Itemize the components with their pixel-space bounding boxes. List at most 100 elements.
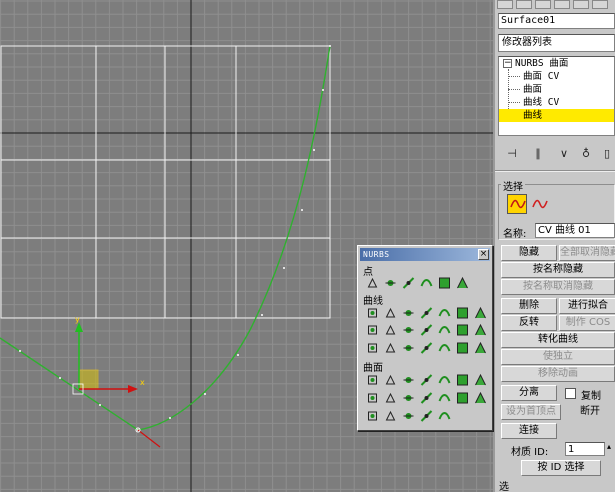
nurbs-tool-icon[interactable] bbox=[455, 373, 470, 387]
tab-hierarchy[interactable] bbox=[535, 0, 551, 9]
convert-curve-button[interactable]: 转化曲线 bbox=[501, 332, 615, 348]
remove-modifier-icon[interactable]: ♁ bbox=[575, 145, 597, 163]
nurbs-tool-icon[interactable] bbox=[383, 323, 398, 337]
nurbs-tool-icon[interactable] bbox=[365, 276, 380, 290]
remove-animation-button[interactable]: 移除动画 bbox=[501, 366, 615, 382]
nurbs-tool-icon[interactable] bbox=[455, 341, 470, 355]
curve-cv-select-button[interactable] bbox=[529, 194, 549, 214]
nurbs-tool-icon[interactable] bbox=[437, 391, 452, 405]
nurbs-tool-icon[interactable] bbox=[419, 276, 434, 290]
nurbs-tool-icon[interactable] bbox=[365, 341, 380, 355]
nurbs-tool-icon[interactable] bbox=[419, 341, 434, 355]
nurbs-tool-icon[interactable] bbox=[419, 323, 434, 337]
stack-item-curve[interactable]: 曲线 bbox=[499, 109, 614, 122]
stack-root[interactable]: NURBS 曲面 bbox=[515, 57, 568, 70]
nurbs-tool-icon[interactable] bbox=[365, 373, 380, 387]
stack-toolbar: ⊣ ∥ ∨ ♁ ▯ bbox=[495, 143, 615, 165]
nurbs-tool-icon[interactable] bbox=[455, 276, 470, 290]
selection-rollout-title[interactable]: 选择 bbox=[501, 178, 525, 193]
nurbs-tool-icon[interactable] bbox=[365, 409, 380, 423]
hide-by-name-button[interactable]: 按名称隐藏 bbox=[501, 262, 615, 278]
make-cos-button[interactable]: 制作 COS bbox=[559, 315, 615, 331]
copy-label: 复制 bbox=[581, 391, 601, 402]
unhide-all-button[interactable]: 全部取消隐藏 bbox=[559, 245, 615, 261]
make-fit-button[interactable]: 进行拟合 bbox=[559, 298, 615, 314]
stack-item-surface[interactable]: 曲面 bbox=[523, 83, 542, 96]
make-unique-icon[interactable]: ∨ bbox=[553, 145, 575, 163]
curve-icon bbox=[532, 199, 548, 209]
nurbs-tool-icon[interactable] bbox=[365, 306, 380, 320]
nurbs-tool-icon[interactable] bbox=[383, 373, 398, 387]
nurbs-tool-icon[interactable] bbox=[437, 409, 452, 423]
nurbs-tool-icon[interactable] bbox=[401, 373, 416, 387]
nurbs-toolbox[interactable]: NURBS × 点 曲线 曲面 bbox=[357, 245, 493, 431]
nurbs-tool-icon[interactable] bbox=[473, 391, 488, 405]
nurbs-tool-icon[interactable] bbox=[437, 323, 452, 337]
object-name-field[interactable]: Surface01 bbox=[498, 13, 615, 29]
nurbs-tool-icon[interactable] bbox=[383, 409, 398, 423]
material-id-label: 材质 ID: bbox=[511, 447, 549, 458]
nurbs-tool-icon[interactable] bbox=[473, 341, 488, 355]
nurbs-tool-icon[interactable] bbox=[419, 306, 434, 320]
nurbs-tool-icon[interactable] bbox=[473, 373, 488, 387]
nurbs-tool-icon[interactable] bbox=[455, 391, 470, 405]
nurbs-tool-icon[interactable] bbox=[437, 276, 452, 290]
select-by-id-button[interactable]: 按 ID 选择 bbox=[521, 460, 601, 476]
tab-utilities[interactable] bbox=[592, 0, 608, 9]
sub-object-name-field[interactable]: CV 曲线 01 bbox=[535, 223, 615, 238]
tab-modify[interactable] bbox=[516, 0, 532, 9]
curve-level-icon bbox=[510, 199, 526, 209]
nurbs-tool-icon[interactable] bbox=[365, 323, 380, 337]
spinner-icon[interactable]: ▴ bbox=[607, 442, 611, 451]
nurbs-tool-icon[interactable] bbox=[419, 373, 434, 387]
tab-motion[interactable] bbox=[554, 0, 570, 9]
nurbs-tool-icon[interactable] bbox=[383, 341, 398, 355]
nurbs-tool-icon[interactable] bbox=[473, 306, 488, 320]
pin-stack-icon[interactable]: ⊣ bbox=[501, 145, 523, 163]
modifier-list-dropdown[interactable]: 修改器列表 bbox=[498, 34, 615, 52]
nurbs-tool-icon[interactable] bbox=[383, 391, 398, 405]
nurbs-tool-icon[interactable] bbox=[401, 391, 416, 405]
detach-button[interactable]: 分离 bbox=[501, 385, 557, 401]
reverse-button[interactable]: 反转 bbox=[501, 315, 557, 331]
break-button[interactable]: 断开 bbox=[565, 404, 615, 420]
collapse-icon[interactable]: − bbox=[503, 59, 512, 68]
nurbs-tool-icon[interactable] bbox=[473, 323, 488, 337]
stack-item-curve-cv[interactable]: 曲线 CV bbox=[523, 96, 559, 109]
nurbs-tool-icon[interactable] bbox=[455, 306, 470, 320]
tab-display[interactable] bbox=[573, 0, 589, 9]
close-icon[interactable]: × bbox=[478, 249, 489, 260]
nurbs-tool-icon[interactable] bbox=[401, 323, 416, 337]
nurbs-tool-icon[interactable] bbox=[401, 306, 416, 320]
nurbs-tool-icon[interactable] bbox=[383, 276, 398, 290]
nurbs-tool-icon[interactable] bbox=[437, 373, 452, 387]
make-first-button[interactable]: 设为首顶点 bbox=[501, 404, 561, 420]
nurbs-tool-icon[interactable] bbox=[455, 323, 470, 337]
nurbs-tool-icon[interactable] bbox=[401, 409, 416, 423]
tab-create[interactable] bbox=[497, 0, 513, 9]
nurbs-tool-icon[interactable] bbox=[383, 306, 398, 320]
nurbs-titlebar[interactable]: NURBS × bbox=[360, 248, 490, 261]
gizmo-y-label: y bbox=[75, 315, 80, 324]
curve-select-button[interactable] bbox=[507, 194, 527, 214]
nurbs-tool-icon[interactable] bbox=[437, 341, 452, 355]
section-curves: 曲线 bbox=[363, 296, 383, 307]
material-id-field[interactable]: 1 bbox=[565, 442, 605, 456]
nurbs-tool-icon[interactable] bbox=[419, 391, 434, 405]
unhide-by-name-button[interactable]: 按名称取消隐藏 bbox=[501, 279, 615, 295]
modifier-stack[interactable]: − NURBS 曲面 曲面 CV 曲面 曲线 CV 曲线 bbox=[498, 56, 615, 136]
connect-button[interactable]: 连接 bbox=[501, 423, 557, 439]
nurbs-tool-icon[interactable] bbox=[401, 276, 416, 290]
copy-checkbox[interactable] bbox=[565, 388, 576, 399]
nurbs-tool-icon[interactable] bbox=[437, 306, 452, 320]
make-independent-button[interactable]: 使独立 bbox=[501, 349, 615, 365]
show-end-result-icon[interactable]: ∥ bbox=[527, 145, 549, 163]
configure-sets-icon[interactable]: ▯ bbox=[596, 145, 615, 163]
nurbs-tool-icon[interactable] bbox=[419, 409, 434, 423]
stack-item-surface-cv[interactable]: 曲面 CV bbox=[523, 70, 559, 83]
nurbs-tool-icon[interactable] bbox=[365, 391, 380, 405]
hide-button[interactable]: 隐藏 bbox=[501, 245, 557, 261]
nurbs-title: NURBS bbox=[363, 250, 390, 259]
nurbs-tool-icon[interactable] bbox=[401, 341, 416, 355]
delete-button[interactable]: 删除 bbox=[501, 298, 557, 314]
